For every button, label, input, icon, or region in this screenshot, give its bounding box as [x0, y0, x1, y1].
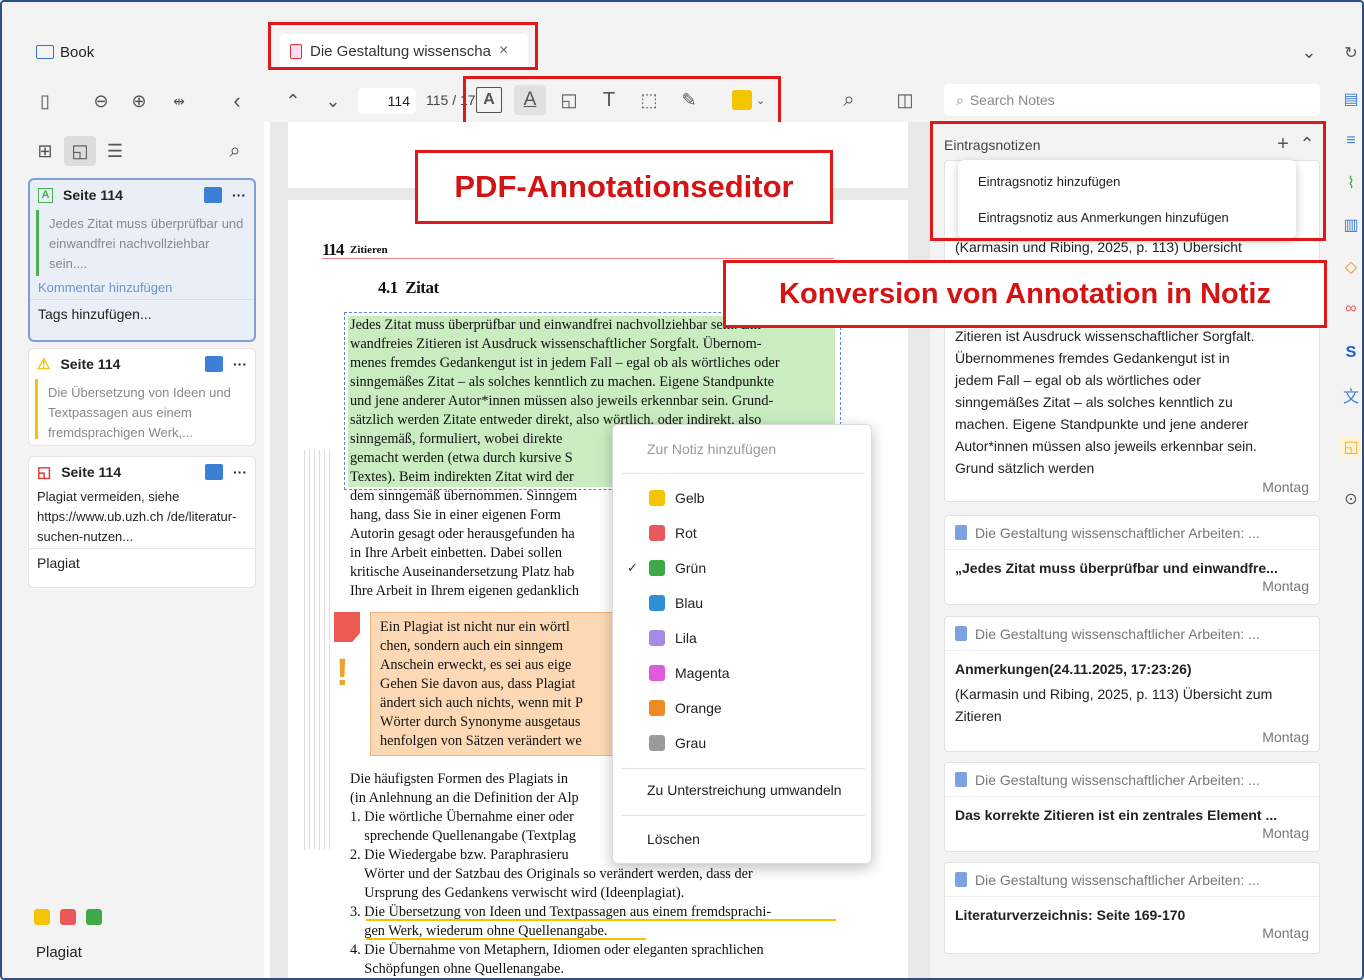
window-frame [0, 0, 1364, 980]
